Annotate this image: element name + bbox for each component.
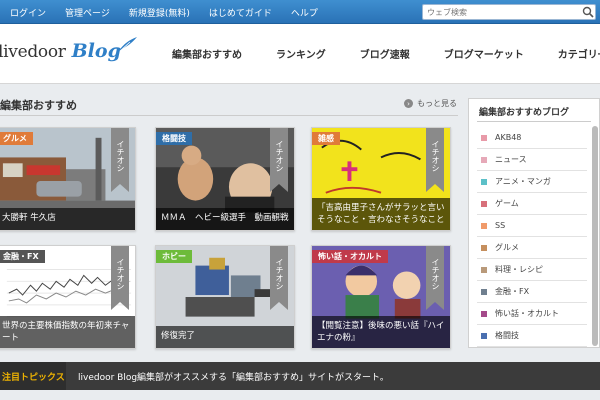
- color-square-icon: [481, 178, 487, 185]
- beginner-guide-link[interactable]: はじめてガイド: [209, 6, 272, 19]
- nav-editor-picks[interactable]: 編集部おすすめ: [172, 46, 242, 61]
- category-item-game[interactable]: ゲーム: [477, 193, 587, 215]
- recommended-blogs-panel: 編集部おすすめブログ AKB48 ニュース アニメ・マンガ ゲーム SS グルメ…: [468, 98, 600, 348]
- card-caption: 世界の主要株価指数の年初来チャート: [0, 316, 135, 348]
- ichioshi-ribbon: イチオシ: [270, 128, 288, 192]
- category-tag: 格闘技: [156, 132, 192, 145]
- ichioshi-ribbon: イチオシ: [426, 246, 444, 310]
- card-caption: 【閲覧注意】後味の悪い話『ハイエナの粉』: [312, 316, 450, 348]
- nav-blog-market[interactable]: ブログマーケット: [444, 46, 524, 61]
- login-link[interactable]: ログイン: [10, 6, 46, 19]
- ribbon-label: イチオシ: [431, 140, 440, 172]
- panel-title: 編集部おすすめブログ: [479, 108, 570, 118]
- top-nav: ログイン 管理ページ 新規登録(無料) はじめてガイド ヘルプ: [0, 0, 327, 24]
- category-item-news[interactable]: ニュース: [477, 149, 587, 171]
- color-square-icon: [481, 134, 487, 141]
- ichioshi-ribbon: イチオシ: [426, 128, 444, 192]
- category-label: グルメ: [495, 243, 519, 252]
- category-tag: グルメ: [0, 132, 33, 145]
- color-square-icon: [481, 332, 487, 339]
- color-square-icon: [481, 200, 487, 207]
- category-label: ニュース: [495, 155, 527, 164]
- help-link[interactable]: ヘルプ: [291, 6, 318, 19]
- more-link-label: もっと見る: [417, 99, 457, 108]
- category-label: SS: [495, 221, 506, 230]
- admin-page-link[interactable]: 管理ページ: [65, 6, 110, 19]
- ribbon-label: イチオシ: [431, 258, 440, 290]
- card-caption: 大勝軒 牛久店: [0, 208, 135, 230]
- pick-card[interactable]: 格闘技 イチオシ ＭＭＡ ヘビー級選手 動画観戦: [155, 127, 295, 231]
- ribbon-label: イチオシ: [275, 258, 284, 290]
- pick-card[interactable]: グルメ イチオシ 大勝軒 牛久店: [0, 127, 136, 231]
- livedoor-blog-logo[interactable]: livedoor Blog: [0, 37, 137, 70]
- topics-link[interactable]: livedoor Blog編集部がオススメする「編集部おすすめ」サイトがスタート…: [78, 370, 389, 383]
- category-label: アニメ・マンガ: [495, 177, 551, 186]
- category-tag: ホビー: [156, 250, 192, 263]
- category-list: AKB48 ニュース アニメ・マンガ ゲーム SS グルメ 料理・レシピ 金融・…: [477, 127, 587, 347]
- color-square-icon: [481, 266, 487, 273]
- color-square-icon: [481, 310, 487, 317]
- main-nav: 編集部おすすめ ランキング ブログ速報 ブログマーケット カテゴリ一覧: [172, 46, 600, 61]
- logo-livedoor-text: livedoor: [0, 42, 66, 62]
- signup-link[interactable]: 新規登録(無料): [129, 6, 190, 19]
- color-square-icon: [481, 288, 487, 295]
- feather-icon: [118, 37, 137, 52]
- color-square-icon: [481, 222, 487, 229]
- ribbon-label: イチオシ: [116, 258, 125, 290]
- top-bar: ログイン 管理ページ 新規登録(無料) はじめてガイド ヘルプ: [0, 0, 600, 24]
- panel-divider: [477, 121, 591, 122]
- category-label: 料理・レシピ: [495, 265, 543, 274]
- category-item-anime-manga[interactable]: アニメ・マンガ: [477, 171, 587, 193]
- site-header: livedoor Blog 編集部おすすめ ランキング ブログ速報 ブログマーケ…: [0, 24, 600, 84]
- ribbon-label: イチオシ: [116, 140, 125, 172]
- card-caption: 「吉高由里子さんがサラッと言いそうなこと・言わなさそうなこと: [312, 198, 450, 230]
- category-tag: 怖い話・オカルト: [312, 250, 388, 263]
- category-item-akb48[interactable]: AKB48: [477, 127, 587, 149]
- logo-blog-text: Blog: [71, 40, 121, 62]
- pick-card[interactable]: 雑感 イチオシ 「吉高由里子さんがサラッと言いそうなこと・言わなさそうなこと: [311, 127, 451, 231]
- web-search-input[interactable]: [422, 4, 596, 20]
- pick-card[interactable]: 怖い話・オカルト イチオシ 【閲覧注意】後味の悪い話『ハイエナの粉』: [311, 245, 451, 349]
- category-item-ss[interactable]: SS: [477, 215, 587, 237]
- category-label: AKB48: [495, 133, 522, 142]
- section-divider: [0, 115, 458, 116]
- category-item-cooking[interactable]: 料理・レシピ: [477, 259, 587, 281]
- ichioshi-ribbon: イチオシ: [270, 246, 288, 310]
- color-square-icon: [481, 244, 487, 251]
- nav-category-list[interactable]: カテゴリ一覧: [558, 46, 600, 61]
- nav-blog-news[interactable]: ブログ速報: [360, 46, 410, 61]
- category-item-horror-occult[interactable]: 怖い話・オカルト: [477, 303, 587, 325]
- section-title: 編集部おすすめ: [0, 99, 77, 112]
- topics-label: 注目トピックス: [0, 362, 66, 390]
- more-link[interactable]: › もっと見る: [404, 98, 457, 109]
- category-item-gourmet[interactable]: グルメ: [477, 237, 587, 259]
- category-tag: 金融・FX: [0, 250, 45, 263]
- category-tag: 雑感: [312, 132, 340, 145]
- category-item-finance-fx[interactable]: 金融・FX: [477, 281, 587, 303]
- nav-ranking[interactable]: ランキング: [276, 46, 326, 61]
- card-caption: ＭＭＡ ヘビー級選手 動画観戦: [156, 208, 294, 230]
- pick-card[interactable]: ホビー イチオシ 修復完了: [155, 245, 295, 349]
- pick-card[interactable]: 金融・FX イチオシ 世界の主要株価指数の年初来チャート: [0, 245, 136, 349]
- ichioshi-ribbon: イチオシ: [111, 246, 129, 310]
- category-label: ゲーム: [495, 199, 519, 208]
- arrow-right-icon: ›: [404, 99, 413, 108]
- ribbon-label: イチオシ: [275, 140, 284, 172]
- category-label: 金融・FX: [495, 287, 530, 296]
- category-label: 格闘技: [495, 331, 519, 340]
- category-item-martial-arts[interactable]: 格闘技: [477, 325, 587, 347]
- card-caption: 修復完了: [156, 326, 294, 348]
- ichioshi-ribbon: イチオシ: [111, 128, 129, 192]
- category-label: 怖い話・オカルト: [495, 309, 559, 318]
- color-square-icon: [481, 156, 487, 163]
- scrollbar[interactable]: [592, 126, 598, 346]
- featured-topics-bar: 注目トピックス livedoor Blog編集部がオススメする「編集部おすすめ」…: [0, 362, 600, 390]
- search-icon[interactable]: [582, 6, 594, 18]
